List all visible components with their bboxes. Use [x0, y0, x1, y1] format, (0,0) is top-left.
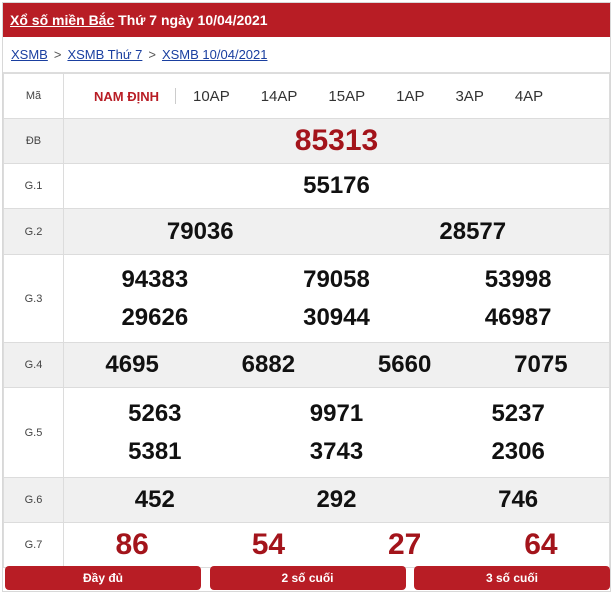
label-g4: G.4: [3, 342, 64, 388]
prize-number: 746: [498, 486, 539, 513]
breadcrumb-xsmb-date[interactable]: XSMB 10/04/2021: [162, 47, 268, 62]
title-link-xsmb[interactable]: Xổ số miền Bắc: [10, 12, 114, 28]
label-g3: G.3: [3, 254, 64, 343]
prize-number: 9971: [309, 399, 364, 427]
prize-number: 7075: [514, 351, 568, 378]
ticket-code: 1AP: [396, 87, 425, 105]
prize-4-cell: 4695 6882 5660 7075: [63, 342, 610, 388]
ticket-code: 4AP: [514, 87, 544, 105]
special-prize-number: 85313: [63, 118, 610, 164]
prize-number: 5381: [128, 437, 182, 465]
label-g5: G.5: [3, 387, 64, 478]
divider: [175, 88, 176, 104]
prize-number: 54: [251, 528, 286, 561]
prize-number: 5660: [377, 351, 432, 378]
breadcrumb: XSMB > XSMB Thứ 7 > XSMB 10/04/2021: [3, 37, 610, 73]
row-special-prize: ĐB 85313: [3, 118, 610, 164]
row-prize-2: G.2 79036 28577: [3, 208, 610, 255]
ticket-code: 3AP: [455, 87, 484, 105]
row-prize-3: G.3 94383 79058 53998 29626 30944 46987: [3, 254, 610, 343]
ticket-code: 15AP: [328, 87, 366, 105]
ticket-code: 14AP: [260, 87, 298, 105]
results-title: Xổ số miền Bắc Thứ 7 ngày 10/04/2021: [10, 12, 268, 28]
results-table: Mã NAM ĐỊNH 10AP 14AP 15AP 1AP 3AP 4AP Đ…: [3, 73, 610, 568]
prize-number: 86: [115, 528, 149, 561]
row-prize-7: G.7 86 54 27 64: [3, 522, 610, 568]
ticket-code: 10AP: [193, 87, 230, 105]
row-codes: Mã NAM ĐỊNH 10AP 14AP 15AP 1AP 3AP 4AP: [3, 73, 610, 119]
codes-cell: NAM ĐỊNH 10AP 14AP 15AP 1AP 3AP 4AP: [63, 73, 610, 119]
prize-number: 53998: [484, 265, 552, 293]
prize-7-cell: 86 54 27 64: [63, 522, 610, 568]
last-2-digits-button[interactable]: 2 số cuối: [209, 566, 406, 590]
prize-1-cell: 55176: [63, 163, 610, 209]
prize-number: 46987: [484, 303, 552, 331]
prize-number: 452: [134, 486, 175, 513]
prize-number: 2306: [491, 437, 545, 465]
breadcrumb-xsmb-weekday[interactable]: XSMB Thứ 7: [67, 47, 142, 62]
breadcrumb-xsmb[interactable]: XSMB: [11, 47, 48, 62]
prize-5-cell: 5263 9971 5237 5381 3743 2306: [63, 387, 610, 478]
prize-number: 79058: [303, 265, 370, 293]
results-header: Xổ số miền Bắc Thứ 7 ngày 10/04/2021: [3, 3, 610, 37]
lottery-result-panel: Xổ số miền Bắc Thứ 7 ngày 10/04/2021 XSM…: [2, 2, 611, 592]
full-view-button[interactable]: Đầy đủ: [5, 566, 201, 590]
title-date: Thứ 7 ngày 10/04/2021: [118, 12, 268, 28]
breadcrumb-separator: >: [148, 47, 156, 62]
prize-2-cell: 79036 28577: [63, 208, 610, 255]
prize-number: 5263: [128, 399, 182, 427]
prize-number: 292: [316, 486, 357, 513]
prize-number: 27: [387, 528, 422, 561]
prize-number: 94383: [121, 265, 189, 293]
prize-number: 4695: [105, 351, 159, 378]
prize-number: 55176: [303, 172, 370, 199]
row-prize-4: G.4 4695 6882 5660 7075: [3, 342, 610, 388]
label-g7: G.7: [3, 522, 64, 568]
prize-number: 6882: [241, 351, 296, 378]
row-prize-6: G.6 452 292 746: [3, 477, 610, 523]
province-link[interactable]: NAM ĐỊNH: [94, 89, 159, 104]
label-g6: G.6: [3, 477, 64, 523]
prize-number: 5237: [491, 399, 545, 427]
breadcrumb-separator: >: [53, 47, 62, 62]
prize-number: 3743: [309, 437, 364, 465]
last-3-digits-button[interactable]: 3 số cuối: [414, 566, 610, 590]
prize-number: 64: [524, 528, 558, 561]
prize-number: 30944: [303, 303, 370, 331]
prize-3-cell: 94383 79058 53998 29626 30944 46987: [63, 254, 610, 343]
label-g1: G.1: [3, 163, 64, 209]
prize-6-cell: 452 292 746: [63, 477, 610, 523]
label-special: ĐB: [3, 118, 64, 164]
prize-number: 28577: [439, 217, 507, 245]
row-prize-5: G.5 5263 9971 5237 5381 3743 2306: [3, 387, 610, 478]
prize-number: 29626: [121, 303, 189, 331]
row-prize-1: G.1 55176: [3, 163, 610, 209]
label-g2: G.2: [3, 208, 64, 255]
label-code: Mã: [3, 73, 64, 119]
prize-number: 79036: [166, 217, 234, 245]
view-mode-buttons: Đầy đủ 2 số cuối 3 số cuối: [5, 566, 610, 590]
